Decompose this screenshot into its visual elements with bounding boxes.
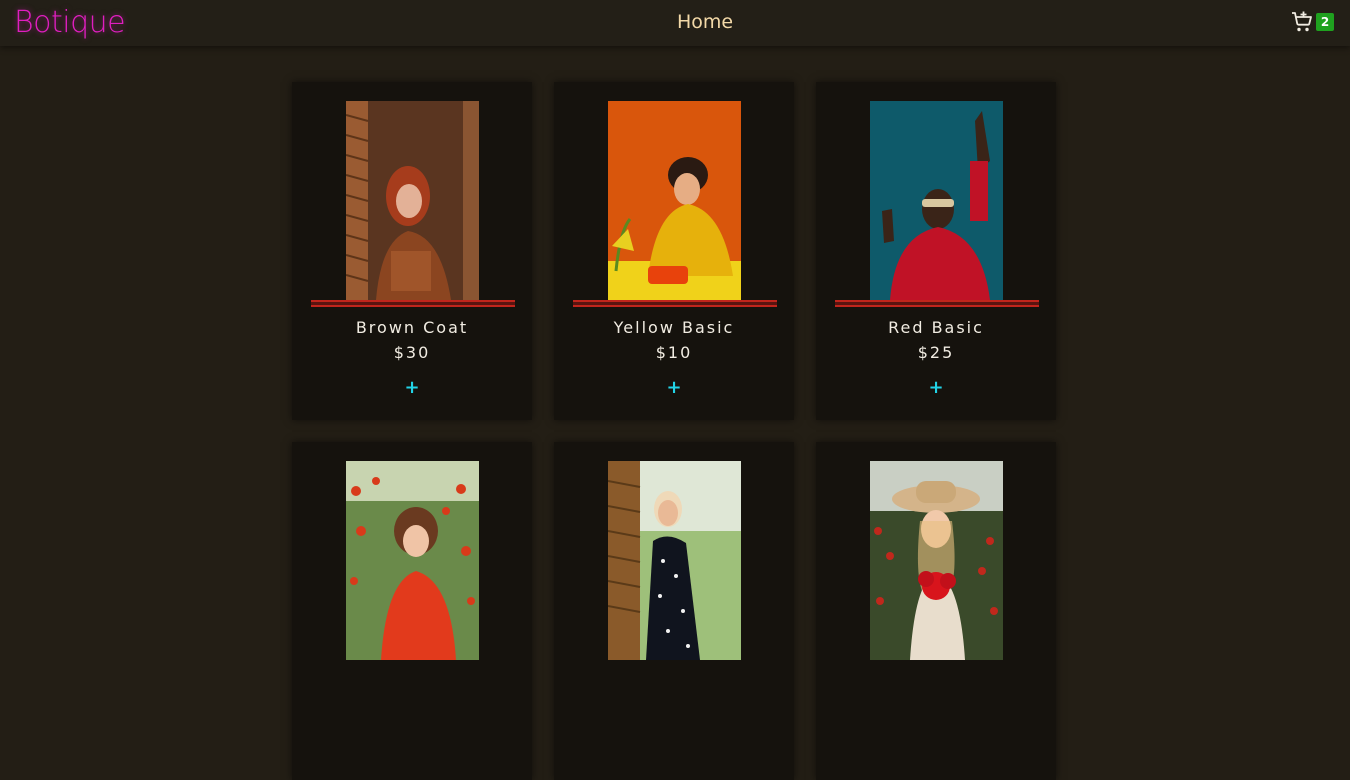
product-price: $30 bbox=[393, 343, 431, 362]
product-image-brown-coat[interactable] bbox=[346, 101, 479, 300]
product-price: $25 bbox=[917, 343, 955, 362]
cart-icon bbox=[1292, 11, 1312, 32]
product-card: Red Basic $25 + bbox=[816, 82, 1056, 420]
product-image[interactable] bbox=[870, 461, 1003, 660]
card-divider bbox=[835, 300, 1039, 307]
product-price: $10 bbox=[655, 343, 693, 362]
product-name: Yellow Basic bbox=[613, 318, 735, 337]
nav-home-link[interactable]: Home bbox=[0, 10, 1350, 34]
card-divider bbox=[311, 300, 515, 307]
card-divider bbox=[573, 300, 777, 307]
cart-count-badge: 2 bbox=[1316, 13, 1334, 31]
product-card: Brown Coat $30 + bbox=[292, 82, 532, 420]
product-card bbox=[554, 442, 794, 780]
product-name: Brown Coat bbox=[355, 318, 469, 337]
product-card bbox=[816, 442, 1056, 780]
product-image[interactable] bbox=[608, 461, 741, 660]
product-name: Red Basic bbox=[888, 318, 984, 337]
add-to-cart-button[interactable]: + bbox=[660, 376, 688, 400]
product-image-yellow-basic[interactable] bbox=[608, 101, 741, 300]
product-image-red-basic[interactable] bbox=[870, 101, 1003, 300]
product-card bbox=[292, 442, 532, 780]
top-navbar: Botique Home 2 bbox=[0, 0, 1350, 46]
product-card: Yellow Basic $10 + bbox=[554, 82, 794, 420]
cart-button[interactable]: 2 bbox=[1290, 10, 1338, 34]
add-to-cart-button[interactable]: + bbox=[922, 376, 950, 400]
add-to-cart-button[interactable]: + bbox=[398, 376, 426, 400]
product-image[interactable] bbox=[346, 461, 479, 660]
